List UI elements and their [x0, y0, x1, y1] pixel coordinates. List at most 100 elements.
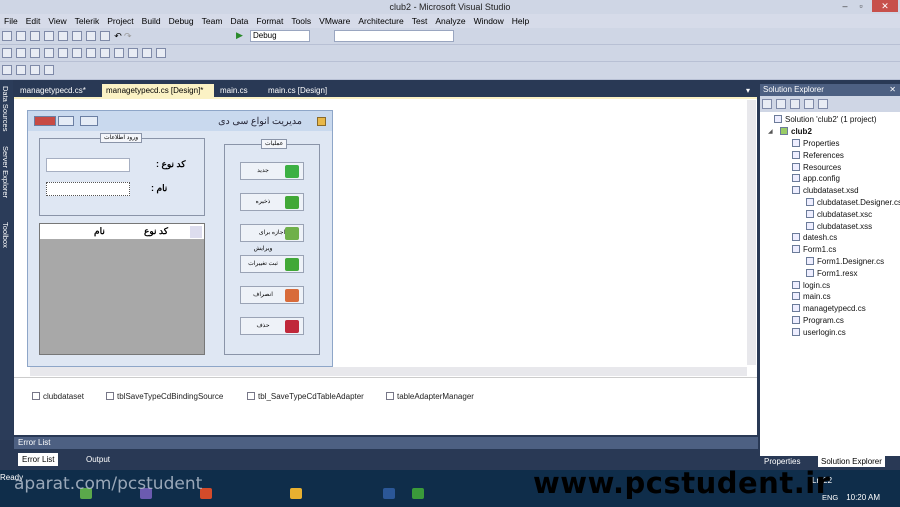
taskbar-app-icon[interactable]: [412, 488, 424, 499]
tree-item[interactable]: clubdataset.xsd: [792, 186, 859, 195]
op-button-2[interactable]: اجازه برای ویرایش: [240, 224, 304, 252]
taskbar-word-icon[interactable]: [383, 488, 395, 499]
tab-error-list[interactable]: Error List: [18, 453, 59, 466]
tab-output[interactable]: Output: [82, 453, 114, 466]
refresh-icon[interactable]: [2, 65, 12, 75]
attach-icon[interactable]: [16, 65, 26, 75]
tab-managetypecd-code[interactable]: managetypecd.cs*: [16, 84, 90, 98]
tab-properties[interactable]: Properties: [764, 457, 800, 466]
close-button[interactable]: ✕: [872, 0, 898, 12]
tray-tableadapter[interactable]: tbl_SaveTypeCdTableAdapter: [247, 392, 364, 401]
align-middle-icon[interactable]: [58, 48, 68, 58]
make-same-height-icon[interactable]: [100, 48, 110, 58]
redo-icon[interactable]: ↷: [124, 31, 132, 41]
menu-file[interactable]: File: [4, 14, 18, 28]
tab-managetypecd-design[interactable]: managetypecd.cs [Design]*: [102, 84, 214, 98]
cut-icon[interactable]: [72, 31, 82, 41]
menu-debug[interactable]: Debug: [169, 14, 194, 28]
tree-item[interactable]: clubdataset.Designer.cs: [806, 198, 900, 207]
tree-item[interactable]: managetypecd.cs: [792, 304, 866, 313]
menu-analyze[interactable]: Analyze: [435, 14, 465, 28]
se-view-designer-icon[interactable]: [818, 99, 828, 109]
project-node[interactable]: club2: [780, 127, 812, 136]
horizontal-scrollbar[interactable]: [30, 367, 747, 376]
menu-data[interactable]: Data: [230, 14, 248, 28]
bring-front-icon[interactable]: [156, 48, 166, 58]
tree-item[interactable]: Properties: [792, 139, 839, 148]
menu-architecture[interactable]: Architecture: [358, 14, 403, 28]
menu-window[interactable]: Window: [474, 14, 504, 28]
copy-icon[interactable]: [86, 31, 96, 41]
undo-icon[interactable]: ↶: [114, 31, 122, 41]
menu-team[interactable]: Team: [202, 14, 223, 28]
align-top-icon[interactable]: [44, 48, 54, 58]
new-project-icon[interactable]: [2, 31, 12, 41]
solution-node[interactable]: Solution 'club2' (1 project): [774, 115, 877, 124]
grid-col-name[interactable]: نام: [94, 226, 105, 237]
se-show-all-icon[interactable]: [776, 99, 786, 109]
find-combo[interactable]: [334, 30, 454, 42]
make-same-width-icon[interactable]: [86, 48, 96, 58]
menu-tools[interactable]: Tools: [291, 14, 311, 28]
tray-bindingsource[interactable]: tblSaveTypeCdBindingSource: [106, 392, 223, 401]
name-textbox[interactable]: [46, 182, 130, 196]
tree-item[interactable]: userlogin.cs: [792, 327, 846, 337]
menu-help[interactable]: Help: [512, 14, 529, 28]
se-refresh-icon[interactable]: [790, 99, 800, 109]
tree-item[interactable]: datesh.cs: [792, 233, 837, 242]
op-button-3[interactable]: ثبت تغییرات: [240, 255, 304, 273]
tree-item[interactable]: References: [792, 150, 844, 160]
data-sources-tab[interactable]: Data Sources: [1, 86, 10, 131]
toolbox-tab[interactable]: Toolbox: [1, 222, 10, 248]
menu-telerik[interactable]: Telerik: [75, 14, 100, 28]
se-properties-icon[interactable]: [762, 99, 772, 109]
maximize-button[interactable]: ▫: [852, 0, 870, 12]
open-icon[interactable]: [30, 31, 40, 41]
op-button-0[interactable]: جدید: [240, 162, 304, 180]
menu-project[interactable]: Project: [107, 14, 133, 28]
tray-clubdataset[interactable]: clubdataset: [32, 392, 84, 401]
tab-main-code[interactable]: main.cs: [216, 84, 252, 98]
clock[interactable]: 10:20 AM: [846, 493, 880, 502]
op-button-5[interactable]: حذف: [240, 317, 304, 335]
input-groupbox[interactable]: ورود اطلاعات کد نوع : نام :: [39, 133, 205, 216]
tree-item[interactable]: clubdataset.xsc: [806, 209, 872, 219]
operations-groupbox[interactable]: عملیات جدید ذخیره اجازه برای ویرایش ثبت تغی…: [224, 139, 320, 355]
op-button-1[interactable]: ذخیره: [240, 193, 304, 211]
menu-format[interactable]: Format: [256, 14, 283, 28]
grid-col-code[interactable]: کد نوع: [144, 226, 168, 237]
step-icon[interactable]: [30, 65, 40, 75]
menu-vmware[interactable]: VMware: [319, 14, 350, 28]
start-debugging-icon[interactable]: ▶: [236, 30, 243, 41]
align-center-icon[interactable]: [16, 48, 26, 58]
se-view-code-icon[interactable]: [804, 99, 814, 109]
taskbar-folder-icon[interactable]: [290, 488, 302, 499]
tray-adaptermanager[interactable]: tableAdapterManager: [386, 392, 474, 401]
tree-item[interactable]: Program.cs: [792, 316, 844, 325]
tree-item[interactable]: Form1.resx: [806, 268, 857, 278]
code-textbox[interactable]: [46, 158, 130, 172]
tree-item[interactable]: login.cs: [792, 280, 830, 290]
save-all-icon[interactable]: [58, 31, 68, 41]
tree-item[interactable]: Form1.cs: [792, 245, 836, 254]
tree-item[interactable]: Resources: [792, 162, 841, 172]
tree-item[interactable]: clubdataset.xss: [806, 221, 872, 231]
tree-item[interactable]: main.cs: [792, 292, 831, 301]
tab-order-icon[interactable]: [44, 65, 54, 75]
menu-view[interactable]: View: [48, 14, 66, 28]
op-button-4[interactable]: انصراف: [240, 286, 304, 304]
tab-dropdown-icon[interactable]: ▾: [742, 84, 754, 98]
spacing-icon[interactable]: [142, 48, 152, 58]
tree-item[interactable]: app.config: [792, 174, 840, 183]
types-datagridview[interactable]: نام کد نوع: [39, 223, 205, 355]
menu-test[interactable]: Test: [412, 14, 428, 28]
menu-build[interactable]: Build: [142, 14, 161, 28]
server-explorer-tab[interactable]: Server Explorer: [1, 146, 10, 198]
tree-item[interactable]: Form1.Designer.cs: [806, 257, 884, 266]
align-left-icon[interactable]: [2, 48, 12, 58]
tab-main-design[interactable]: main.cs [Design]: [264, 84, 331, 98]
paste-icon[interactable]: [100, 31, 110, 41]
align-bottom-icon[interactable]: [72, 48, 82, 58]
menu-edit[interactable]: Edit: [26, 14, 41, 28]
add-item-icon[interactable]: [16, 31, 26, 41]
